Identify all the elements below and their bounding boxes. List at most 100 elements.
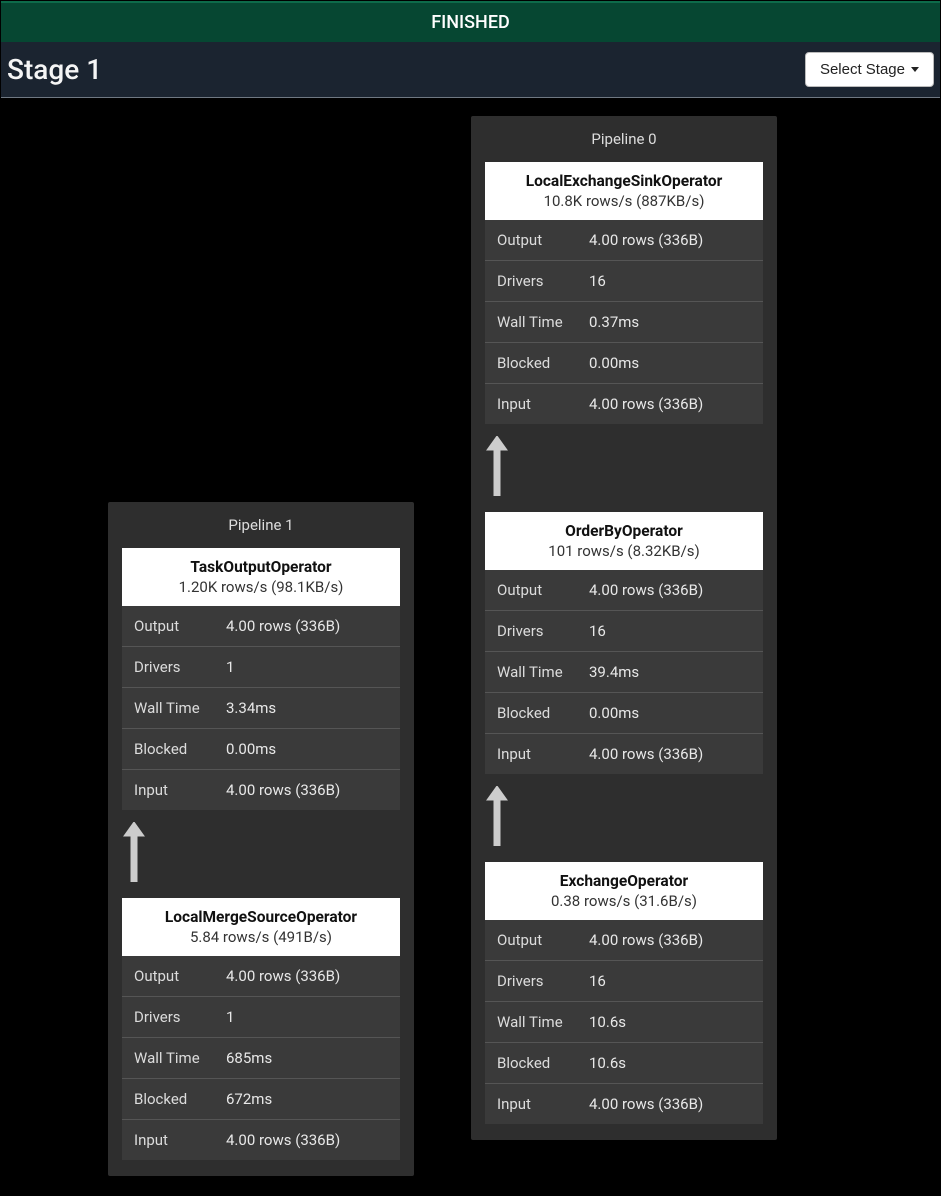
stat-label-output: Output: [134, 967, 226, 985]
operator-rate: 0.38 rows/s (31.6B/s): [493, 892, 755, 910]
stage-header: Stage 1 Select Stage: [1, 42, 940, 97]
stat-value-input: 4.00 rows (336B): [589, 1095, 751, 1113]
pipeline-title: Pipeline 0: [485, 130, 763, 148]
stat-value-input: 4.00 rows (336B): [589, 395, 751, 413]
operator-stats: Output 4.00 rows (336B) Drivers 1 Wall T…: [122, 606, 400, 810]
pipeline-panel: Pipeline 1 TaskOutputOperator 1.20K rows…: [108, 502, 414, 1176]
stat-value-drivers: 1: [226, 658, 388, 676]
stat-value-walltime: 10.6s: [589, 1013, 751, 1031]
stat-value-blocked: 0.00ms: [226, 740, 388, 758]
stat-value-output: 4.00 rows (336B): [226, 617, 388, 635]
operator-stat-row: Output 4.00 rows (336B): [485, 920, 763, 960]
stat-label-walltime: Wall Time: [134, 699, 226, 717]
operator-block[interactable]: TaskOutputOperator 1.20K rows/s (98.1KB/…: [122, 548, 400, 810]
operator-stats: Output 4.00 rows (336B) Drivers 16 Wall …: [485, 570, 763, 774]
operator-rate: 5.84 rows/s (491B/s): [130, 928, 392, 946]
operator-stat-row: Input 4.00 rows (336B): [122, 1119, 400, 1160]
stat-value-output: 4.00 rows (336B): [226, 967, 388, 985]
operator-header: LocalExchangeSinkOperator 10.8K rows/s (…: [485, 162, 763, 220]
select-stage-button[interactable]: Select Stage: [805, 52, 934, 87]
operator-stats: Output 4.00 rows (336B) Drivers 16 Wall …: [485, 920, 763, 1124]
stat-value-walltime: 0.37ms: [589, 313, 751, 331]
operator-stat-row: Drivers 16: [485, 960, 763, 1001]
operator-rate: 101 rows/s (8.32KB/s): [493, 542, 755, 560]
operator-header: TaskOutputOperator 1.20K rows/s (98.1KB/…: [122, 548, 400, 606]
operator-block[interactable]: LocalExchangeSinkOperator 10.8K rows/s (…: [485, 162, 763, 424]
stat-label-blocked: Blocked: [497, 354, 589, 372]
operator-rate: 10.8K rows/s (887KB/s): [493, 192, 755, 210]
operator-name: ExchangeOperator: [493, 872, 755, 890]
operator-name: LocalExchangeSinkOperator: [493, 172, 755, 190]
operator-header: ExchangeOperator 0.38 rows/s (31.6B/s): [485, 862, 763, 920]
operator-block[interactable]: ExchangeOperator 0.38 rows/s (31.6B/s) O…: [485, 862, 763, 1124]
operator-stat-row: Blocked 0.00ms: [122, 728, 400, 769]
operator-stat-row: Input 4.00 rows (336B): [485, 733, 763, 774]
operator-stat-row: Wall Time 0.37ms: [485, 301, 763, 342]
stat-label-output: Output: [497, 581, 589, 599]
stat-label-walltime: Wall Time: [497, 1013, 589, 1031]
stat-label-drivers: Drivers: [134, 658, 226, 676]
stat-value-blocked: 10.6s: [589, 1054, 751, 1072]
operator-stat-row: Output 4.00 rows (336B): [122, 606, 400, 646]
flow-arrow-icon: [485, 786, 509, 846]
operator-stat-row: Wall Time 3.34ms: [122, 687, 400, 728]
pipeline-canvas-scroll[interactable]: Pipeline 0 LocalExchangeSinkOperator 10.…: [1, 106, 940, 1195]
operator-stat-row: Input 4.00 rows (336B): [122, 769, 400, 810]
stat-value-walltime: 39.4ms: [589, 663, 751, 681]
operator-name: TaskOutputOperator: [130, 558, 392, 576]
stat-label-drivers: Drivers: [497, 622, 589, 640]
stat-value-walltime: 685ms: [226, 1049, 388, 1067]
stat-label-drivers: Drivers: [497, 972, 589, 990]
operator-name: OrderByOperator: [493, 522, 755, 540]
stage-title: Stage 1: [7, 53, 102, 86]
operator-stat-row: Output 4.00 rows (336B): [485, 220, 763, 260]
operator-stat-row: Drivers 1: [122, 996, 400, 1037]
pipeline-panel: Pipeline 0 LocalExchangeSinkOperator 10.…: [471, 116, 777, 1140]
stat-label-input: Input: [134, 781, 226, 799]
operator-stat-row: Output 4.00 rows (336B): [485, 570, 763, 610]
stat-value-output: 4.00 rows (336B): [589, 231, 751, 249]
stat-label-blocked: Blocked: [497, 1054, 589, 1072]
stat-value-input: 4.00 rows (336B): [589, 745, 751, 763]
stat-value-output: 4.00 rows (336B): [589, 581, 751, 599]
operator-stat-row: Input 4.00 rows (336B): [485, 1083, 763, 1124]
operator-stat-row: Blocked 0.00ms: [485, 692, 763, 733]
stat-value-blocked: 0.00ms: [589, 704, 751, 722]
operator-stat-row: Input 4.00 rows (336B): [485, 383, 763, 424]
pipeline-canvas: Pipeline 0 LocalExchangeSinkOperator 10.…: [1, 106, 940, 1195]
operator-stat-row: Wall Time 10.6s: [485, 1001, 763, 1042]
operator-stat-row: Wall Time 39.4ms: [485, 651, 763, 692]
stat-label-drivers: Drivers: [497, 272, 589, 290]
stat-label-walltime: Wall Time: [134, 1049, 226, 1067]
stat-label-input: Input: [497, 395, 589, 413]
stat-label-walltime: Wall Time: [497, 313, 589, 331]
stat-value-drivers: 16: [589, 972, 751, 990]
operator-stat-row: Blocked 672ms: [122, 1078, 400, 1119]
flow-arrow-icon: [122, 822, 146, 882]
operator-header: LocalMergeSourceOperator 5.84 rows/s (49…: [122, 898, 400, 956]
operator-stats: Output 4.00 rows (336B) Drivers 16 Wall …: [485, 220, 763, 424]
operator-header: OrderByOperator 101 rows/s (8.32KB/s): [485, 512, 763, 570]
stat-label-output: Output: [497, 231, 589, 249]
operator-name: LocalMergeSourceOperator: [130, 908, 392, 926]
stat-label-drivers: Drivers: [134, 1008, 226, 1026]
stat-value-blocked: 0.00ms: [589, 354, 751, 372]
stat-value-blocked: 672ms: [226, 1090, 388, 1108]
operator-stat-row: Drivers 1: [122, 646, 400, 687]
operator-stat-row: Blocked 0.00ms: [485, 342, 763, 383]
operator-block[interactable]: LocalMergeSourceOperator 5.84 rows/s (49…: [122, 898, 400, 1160]
status-bar: FINISHED: [1, 1, 940, 42]
stat-value-output: 4.00 rows (336B): [589, 931, 751, 949]
stat-value-drivers: 16: [589, 622, 751, 640]
stat-value-input: 4.00 rows (336B): [226, 1131, 388, 1149]
operator-stat-row: Drivers 16: [485, 260, 763, 301]
pipeline-title: Pipeline 1: [122, 516, 400, 534]
chevron-down-icon: [911, 67, 919, 72]
operator-stat-row: Wall Time 685ms: [122, 1037, 400, 1078]
stat-value-walltime: 3.34ms: [226, 699, 388, 717]
operator-stat-row: Drivers 16: [485, 610, 763, 651]
operator-block[interactable]: OrderByOperator 101 rows/s (8.32KB/s) Ou…: [485, 512, 763, 774]
stat-label-walltime: Wall Time: [497, 663, 589, 681]
operator-rate: 1.20K rows/s (98.1KB/s): [130, 578, 392, 596]
header-divider: [1, 97, 940, 98]
